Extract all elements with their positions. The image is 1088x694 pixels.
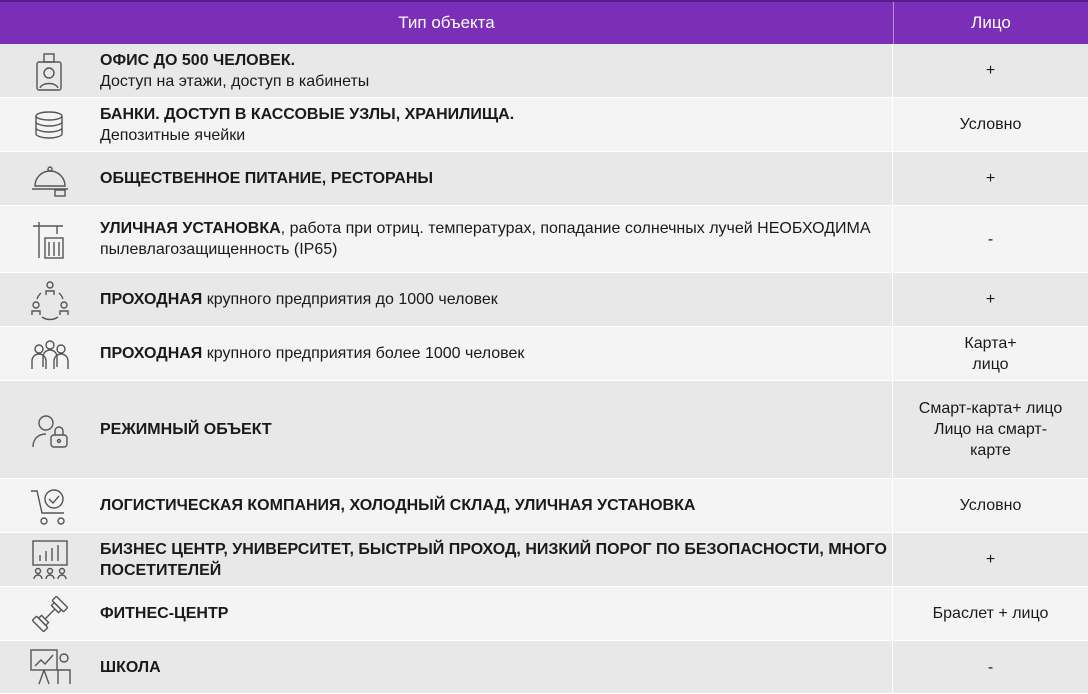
row-title: ПРОХОДНАЯ — [100, 291, 203, 308]
dumbbell-icon — [0, 587, 100, 640]
row-description: ПРОХОДНАЯ крупного предприятия до 1000 ч… — [100, 273, 893, 326]
row-detail: крупного предприятия более 1000 человек — [202, 345, 525, 362]
row-title: УЛИЧНАЯ УСТАНОВКА — [100, 220, 281, 237]
table-row: ПРОХОДНАЯ крупного предприятия до 1000 ч… — [0, 273, 1088, 327]
row-detail: крупного предприятия до 1000 человек — [202, 291, 498, 308]
row-face-value: + — [985, 551, 996, 568]
row-description: ОБЩЕСТВЕННОЕ ПИТАНИЕ, РЕСТОРАНЫ — [100, 152, 893, 205]
row-face-value: Смарт-карта+ лицо Лицо на смарт- карте — [918, 400, 1063, 459]
row-description: РЕЖИМНЫЙ ОБЪЕКТ — [100, 381, 893, 478]
table-row: ПРОХОДНАЯ крупного предприятия более 100… — [0, 327, 1088, 381]
coin-stack-icon — [0, 98, 100, 151]
row-face-value: Карта+ лицо — [964, 334, 1017, 373]
row-title: ОБЩЕСТВЕННОЕ ПИТАНИЕ, РЕСТОРАНЫ — [100, 170, 434, 187]
cart-check-icon — [0, 479, 100, 532]
row-description: БАНКИ. ДОСТУП В КАССОВЫЕ УЗЛЫ, ХРАНИЛИЩА… — [100, 98, 893, 151]
table-row: УЛИЧНАЯ УСТАНОВКА, работа при отриц. тем… — [0, 206, 1088, 273]
row-face-value: + — [985, 291, 996, 308]
row-face-value: Условно — [959, 497, 1022, 514]
row-face-value: - — [987, 658, 994, 676]
crane-building-icon — [0, 206, 100, 272]
row-description: ОФИС ДО 500 ЧЕЛОВЕК. Доступ на этажи, до… — [100, 44, 893, 97]
row-description: ФИТНЕС-ЦЕНТР — [100, 587, 893, 640]
table-row: БАНКИ. ДОСТУП В КАССОВЫЕ УЗЛЫ, ХРАНИЛИЩА… — [0, 98, 1088, 152]
row-description: УЛИЧНАЯ УСТАНОВКА, работа при отриц. тем… — [100, 206, 893, 272]
badge-person-icon — [0, 44, 100, 97]
row-title: БАНКИ. ДОСТУП В КАССОВЫЕ УЗЛЫ, ХРАНИЛИЩА… — [100, 105, 515, 123]
row-detail: Депозитные ячейки — [100, 126, 246, 144]
food-cloche-icon — [0, 152, 100, 205]
table-row: ЛОГИСТИЧЕСКАЯ КОМПАНИЯ, ХОЛОДНЫЙ СКЛАД, … — [0, 479, 1088, 533]
row-title: ФИТНЕС-ЦЕНТР — [100, 605, 229, 622]
row-title: БИЗНЕС ЦЕНТР, УНИВЕРСИТЕТ, БЫСТРЫЙ ПРОХО… — [100, 540, 887, 579]
row-title: ШКОЛА — [100, 658, 161, 676]
presentation-audience-icon — [0, 533, 100, 586]
row-face-value: - — [987, 230, 994, 248]
row-face-value: Условно — [959, 116, 1022, 133]
row-title: ПРОХОДНАЯ — [100, 345, 203, 362]
person-lock-icon — [0, 381, 100, 478]
table-row: ОФИС ДО 500 ЧЕЛОВЕК. Доступ на этажи, до… — [0, 44, 1088, 98]
row-face-value: + — [985, 62, 996, 79]
teacher-board-icon — [0, 641, 100, 693]
row-face-value: + — [985, 170, 996, 187]
row-face-value: Браслет + лицо — [932, 605, 1049, 622]
table-row: РЕЖИМНЫЙ ОБЪЕКТ Смарт-карта+ лицо Лицо н… — [0, 381, 1088, 479]
people-group-icon — [0, 327, 100, 380]
row-description: ПРОХОДНАЯ крупного предприятия более 100… — [100, 327, 893, 380]
table-row: БИЗНЕС ЦЕНТР, УНИВЕРСИТЕТ, БЫСТРЫЙ ПРОХО… — [0, 533, 1088, 587]
row-description: ШКОЛА — [100, 641, 893, 693]
table-row: ФИТНЕС-ЦЕНТР Браслет + лицо — [0, 587, 1088, 641]
row-title: ОФИС ДО 500 ЧЕЛОВЕК. — [100, 51, 296, 69]
table-header: Тип объекта Лицо — [0, 0, 1088, 44]
header-face: Лицо — [971, 13, 1011, 32]
header-object-type: Тип объекта — [0, 2, 894, 44]
people-cycle-icon — [0, 273, 100, 326]
row-description: ЛОГИСТИЧЕСКАЯ КОМПАНИЯ, ХОЛОДНЫЙ СКЛАД, … — [100, 479, 893, 532]
object-type-table: Тип объекта Лицо ОФИС ДО 500 ЧЕЛОВЕК. До… — [0, 0, 1088, 694]
table-row: ОБЩЕСТВЕННОЕ ПИТАНИЕ, РЕСТОРАНЫ + — [0, 152, 1088, 206]
row-description: БИЗНЕС ЦЕНТР, УНИВЕРСИТЕТ, БЫСТРЫЙ ПРОХО… — [100, 533, 893, 586]
row-title: ЛОГИСТИЧЕСКАЯ КОМПАНИЯ, ХОЛОДНЫЙ СКЛАД, … — [100, 497, 696, 514]
row-title: РЕЖИМНЫЙ ОБЪЕКТ — [100, 421, 272, 438]
row-detail: Доступ на этажи, доступ в кабинеты — [100, 72, 370, 90]
table-row: ШКОЛА - — [0, 641, 1088, 694]
